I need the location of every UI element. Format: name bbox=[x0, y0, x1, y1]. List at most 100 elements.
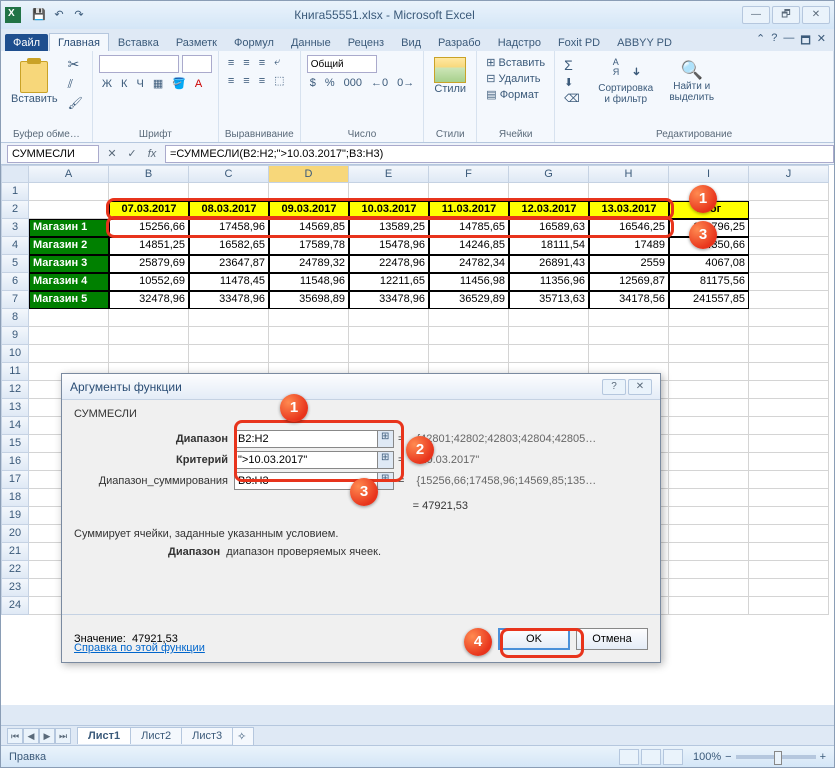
cell[interactable]: 11.03.2017 bbox=[429, 201, 509, 219]
ribbon-minimize-icon[interactable]: ⌃ bbox=[756, 32, 765, 51]
minimize-button[interactable]: — bbox=[742, 6, 770, 24]
cell[interactable]: 09.03.2017 bbox=[269, 201, 349, 219]
cell[interactable] bbox=[669, 579, 749, 597]
sheet-tab-1[interactable]: Лист1 bbox=[77, 727, 131, 744]
cell[interactable]: 36529,89 bbox=[429, 291, 509, 309]
bold-button[interactable]: Ж bbox=[99, 77, 115, 91]
cell[interactable] bbox=[669, 381, 749, 399]
row-header[interactable]: 20 bbox=[1, 525, 29, 543]
sheet-tab-2[interactable]: Лист2 bbox=[130, 727, 182, 744]
merge-button[interactable]: ⬚ bbox=[271, 73, 287, 88]
formula-input[interactable] bbox=[165, 145, 834, 163]
cell[interactable] bbox=[349, 309, 429, 327]
cell[interactable] bbox=[749, 183, 829, 201]
cell[interactable]: 14851,25 bbox=[109, 237, 189, 255]
cell[interactable] bbox=[669, 561, 749, 579]
cell[interactable]: Итог bbox=[669, 201, 749, 219]
cell[interactable]: 15478,96 bbox=[349, 237, 429, 255]
row-header[interactable]: 12 bbox=[1, 381, 29, 399]
cell[interactable]: 12569,87 bbox=[589, 273, 669, 291]
cell[interactable] bbox=[589, 327, 669, 345]
tab-home[interactable]: Главная bbox=[49, 33, 109, 51]
underline-button[interactable]: Ч bbox=[133, 77, 146, 91]
cell[interactable] bbox=[189, 309, 269, 327]
cell[interactable]: 33478,96 bbox=[349, 291, 429, 309]
name-box[interactable] bbox=[7, 145, 99, 163]
cell[interactable]: 11478,45 bbox=[189, 273, 269, 291]
row-header[interactable]: 15 bbox=[1, 435, 29, 453]
tab-review[interactable]: Реценз bbox=[340, 34, 392, 51]
cell[interactable] bbox=[669, 327, 749, 345]
row-header[interactable]: 9 bbox=[1, 327, 29, 345]
cell[interactable] bbox=[349, 327, 429, 345]
cell[interactable] bbox=[29, 327, 109, 345]
dialog-close-button[interactable]: ✕ bbox=[628, 379, 652, 395]
dialog-help-button[interactable]: ? bbox=[602, 379, 626, 395]
formula-cancel-button[interactable]: ✕ bbox=[103, 145, 121, 163]
tab-foxit[interactable]: Foxit PD bbox=[550, 34, 608, 51]
row-header[interactable]: 21 bbox=[1, 543, 29, 561]
fill-button[interactable]: ⬇ bbox=[561, 75, 583, 90]
column-header[interactable]: I bbox=[669, 165, 749, 183]
cell[interactable] bbox=[669, 471, 749, 489]
cell[interactable] bbox=[269, 327, 349, 345]
view-layout-button[interactable] bbox=[641, 749, 661, 765]
cell[interactable] bbox=[189, 183, 269, 201]
number-format-select[interactable] bbox=[307, 55, 377, 73]
ref-button-criteria[interactable] bbox=[377, 452, 393, 468]
format-painter-button[interactable] bbox=[65, 95, 86, 111]
row-header[interactable]: 4 bbox=[1, 237, 29, 255]
cell[interactable]: 2559 bbox=[589, 255, 669, 273]
sort-filter-button[interactable]: Сортировка и фильтр bbox=[592, 55, 660, 107]
cell[interactable]: 10552,69 bbox=[109, 273, 189, 291]
help-icon[interactable]: ? bbox=[771, 32, 777, 51]
undo-button[interactable]: ↶ bbox=[51, 7, 67, 23]
cell[interactable]: 11548,96 bbox=[269, 273, 349, 291]
find-select-button[interactable]: Найти и выделить bbox=[663, 58, 721, 105]
cell[interactable]: 32478,96 bbox=[109, 291, 189, 309]
cell[interactable] bbox=[429, 183, 509, 201]
column-header[interactable]: B bbox=[109, 165, 189, 183]
row-header[interactable]: 23 bbox=[1, 579, 29, 597]
cell[interactable] bbox=[669, 363, 749, 381]
font-color-button[interactable]: A bbox=[192, 77, 205, 91]
zoom-out-button[interactable]: − bbox=[725, 751, 731, 763]
row-header[interactable]: 22 bbox=[1, 561, 29, 579]
cell[interactable] bbox=[749, 219, 829, 237]
cell[interactable] bbox=[669, 399, 749, 417]
cell[interactable]: 17458,96 bbox=[189, 219, 269, 237]
tab-addins[interactable]: Надстро bbox=[490, 34, 549, 51]
cell[interactable]: 16546,25 bbox=[589, 219, 669, 237]
cell[interactable] bbox=[749, 399, 829, 417]
cell[interactable] bbox=[749, 561, 829, 579]
cell[interactable] bbox=[109, 327, 189, 345]
row-header[interactable]: 6 bbox=[1, 273, 29, 291]
input-range[interactable] bbox=[234, 430, 394, 448]
cell[interactable] bbox=[29, 183, 109, 201]
styles-button[interactable]: Стили bbox=[430, 55, 470, 97]
doc-maximize-button[interactable]: 🗖 bbox=[800, 32, 810, 51]
cell[interactable] bbox=[669, 507, 749, 525]
cell[interactable] bbox=[349, 345, 429, 363]
cell[interactable] bbox=[749, 471, 829, 489]
cell[interactable]: 13589,25 bbox=[349, 219, 429, 237]
cell[interactable]: 26891,43 bbox=[509, 255, 589, 273]
row-header[interactable]: 14 bbox=[1, 417, 29, 435]
wrap-text-button[interactable]: ⤶ bbox=[271, 55, 283, 70]
cell[interactable] bbox=[589, 183, 669, 201]
cell[interactable]: 14785,65 bbox=[429, 219, 509, 237]
cell[interactable] bbox=[589, 345, 669, 363]
restore-button[interactable]: 🗗 bbox=[772, 6, 800, 24]
font-face-select[interactable] bbox=[99, 55, 179, 73]
row-header[interactable]: 7 bbox=[1, 291, 29, 309]
cell[interactable] bbox=[669, 489, 749, 507]
paste-button[interactable]: Вставить bbox=[7, 59, 62, 107]
cell[interactable] bbox=[509, 327, 589, 345]
cell[interactable]: 14246,85 bbox=[429, 237, 509, 255]
cell[interactable]: 35698,89 bbox=[269, 291, 349, 309]
cell[interactable]: 4350,66 bbox=[669, 237, 749, 255]
cell[interactable] bbox=[749, 237, 829, 255]
cell[interactable]: Магазин 2 bbox=[29, 237, 109, 255]
cell[interactable] bbox=[749, 435, 829, 453]
cell[interactable]: 81175,56 bbox=[669, 273, 749, 291]
